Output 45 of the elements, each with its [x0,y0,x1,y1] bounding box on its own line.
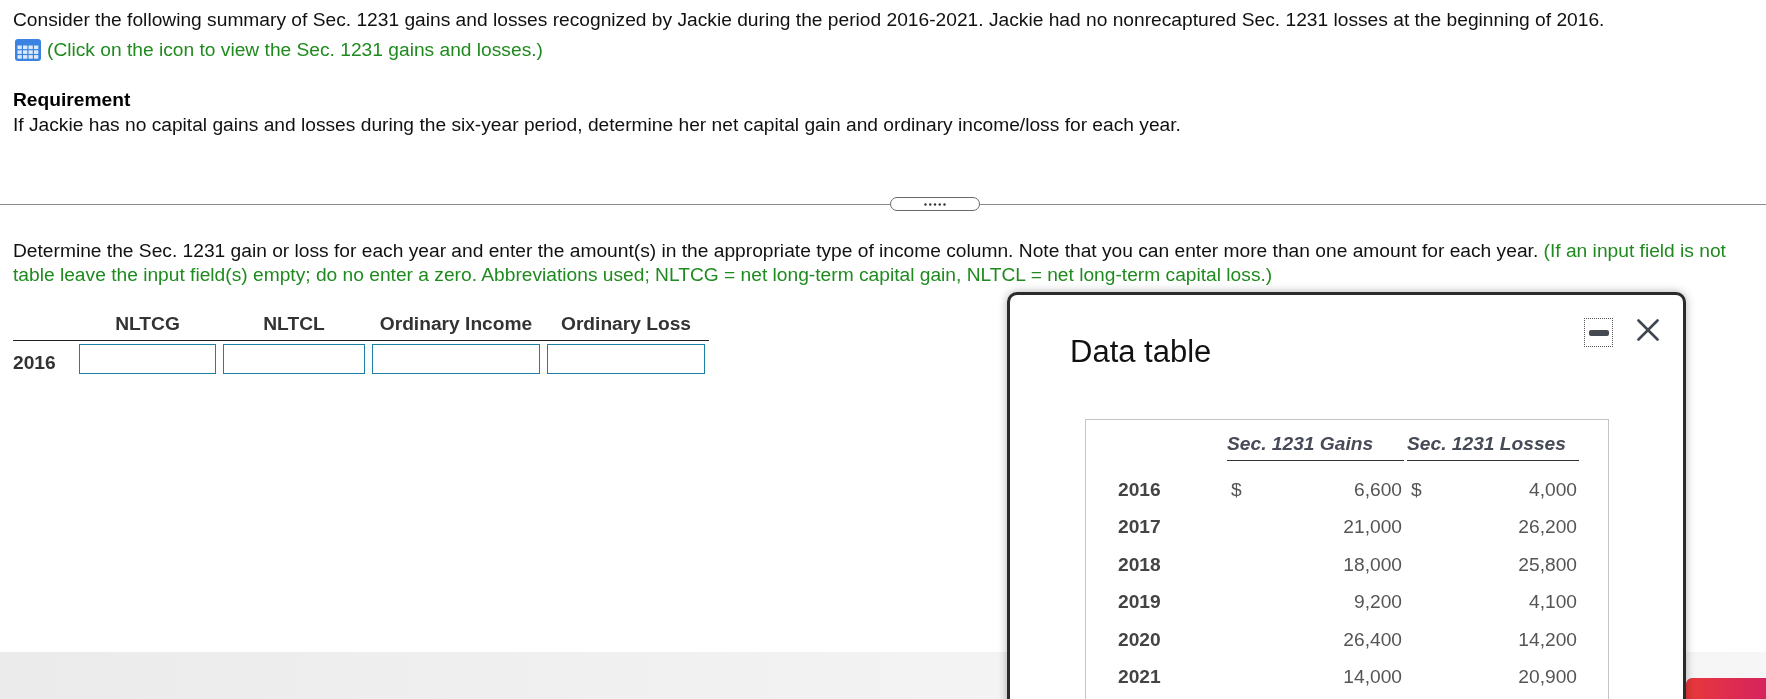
dots-icon [924,202,946,206]
table-cell: 25,800 [1518,552,1577,577]
table-cell: 6,600 [1354,477,1402,502]
column-header: NLTCL [262,312,326,336]
table-cell: 14,000 [1343,665,1402,690]
answer-input[interactable] [79,344,216,374]
year-label: 2017 [1117,515,1162,540]
requirement-heading: Requirement [13,88,132,112]
column-header: Ordinary Income [378,312,534,336]
year-label: 2016 [1117,477,1162,502]
table-cell: 18,000 [1343,552,1402,577]
close-button[interactable] [1637,319,1659,341]
grid-icon[interactable] [15,39,41,61]
table-cell: 26,400 [1343,627,1402,652]
table-cell: 14,200 [1518,627,1577,652]
table-cell: 9,200 [1354,590,1402,615]
view-data-instruction: (Click on the icon to view the Sec. 1231 gains and losses.) [47,38,543,62]
answer-input[interactable] [547,344,705,374]
minus-icon [1588,329,1609,336]
column-header: NLTCG [114,312,181,336]
requirement-text: If Jackie has no capital gains and losses during the six-year period, determine her net capital gain and ordinary income/loss for each year. [13,113,1182,137]
column-header: Sec. 1231 Losses [1407,432,1579,461]
minimize-button[interactable] [1584,318,1613,347]
table-cell: 26,200 [1518,515,1577,540]
dialog-title: Data table [1070,334,1213,370]
answer-input[interactable] [223,344,365,374]
table-cell: 4,100 [1529,590,1577,615]
column-header: Ordinary Loss [559,312,693,336]
instruction-text: Determine the Sec. 1231 gain or loss for each year and enter the amount(s) in the appropriate type of income column. Note that you can enter more than one amount for each year. (If an input field is not [13,239,1727,263]
year-label: 2020 [1117,627,1162,652]
year-label: 2019 [1117,590,1162,615]
answer-input[interactable] [372,344,540,374]
currency-symbol: $ [1411,477,1422,502]
year-label: 2018 [1117,552,1162,577]
expand-handle[interactable] [890,197,980,211]
currency-symbol: $ [1231,477,1242,502]
close-icon [1637,319,1659,341]
table-cell: 20,900 [1518,665,1577,690]
table-cell: 4,000 [1529,477,1577,502]
year-label: 2021 [1117,665,1162,690]
table-cell: 21,000 [1343,515,1402,540]
year-label: 2016 [13,351,57,375]
intro-text: Consider the following summary of Sec. 1231 gains and losses recognized by Jackie during the period 2016-2021. Jackie had no nonrecaptured Sec. 1231 losses at the beginning of 2016. [13,8,1606,32]
instruction-note: table leave the input field(s) empty; do no enter a zero. Abbreviations used; NLTCG = net long-term capital gain, NLTCL = net long-term capital loss.) [13,263,1274,287]
column-header: Sec. 1231 Gains [1227,432,1404,461]
